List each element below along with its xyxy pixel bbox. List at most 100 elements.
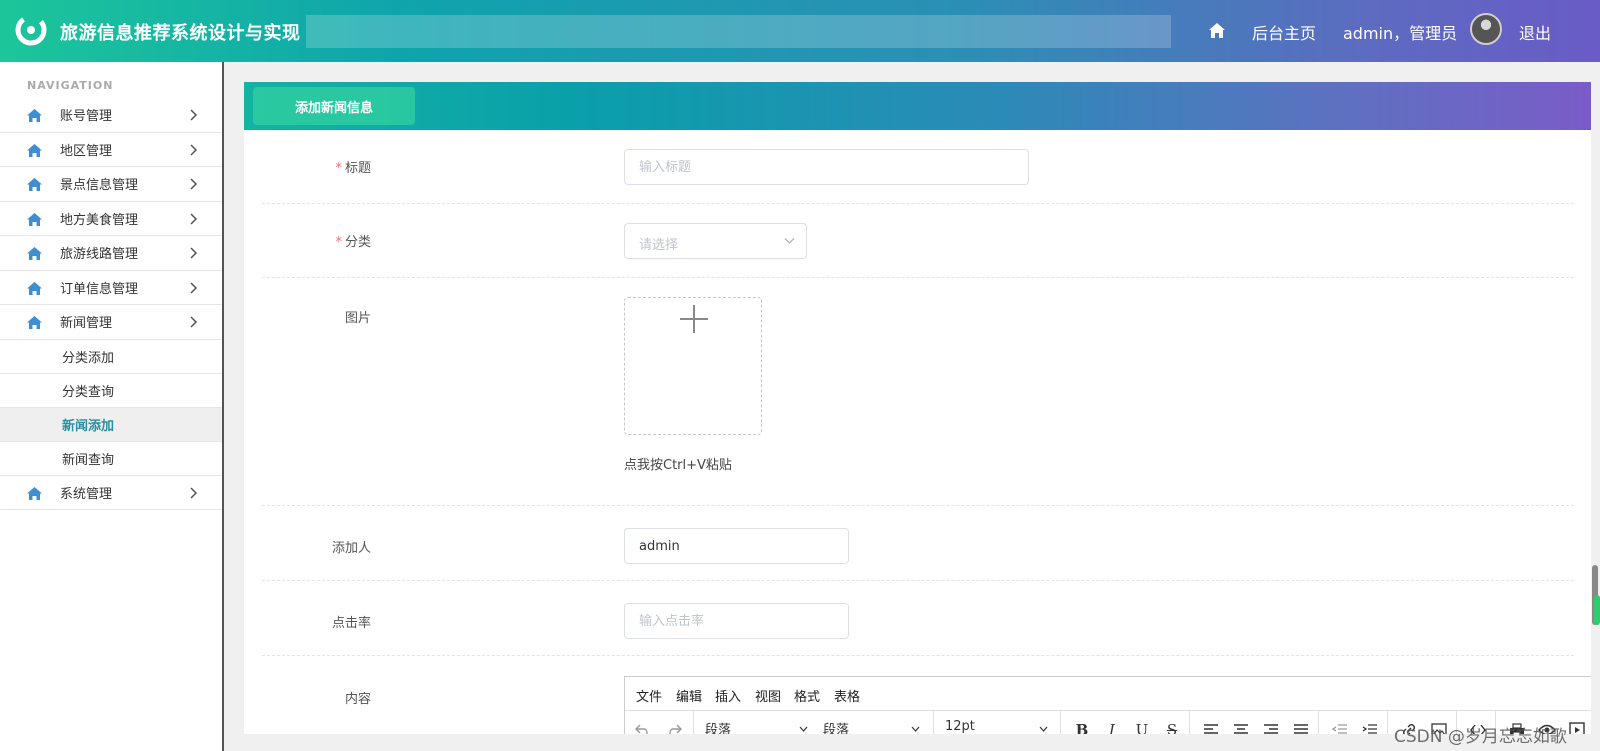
menu-table[interactable]: 表格: [834, 686, 860, 705]
chevron-right-icon: [190, 212, 198, 225]
block-format-select[interactable]: 段落: [705, 719, 808, 734]
adder-label: 添加人: [331, 541, 371, 556]
app-title: 旅游信息推荐系统设计与实现: [60, 23, 301, 44]
required-mark: *: [335, 235, 342, 250]
toolbar-separator: [693, 711, 694, 734]
toolbar-separator: [933, 711, 934, 734]
home-icon: [27, 109, 42, 122]
bold-icon[interactable]: B: [1071, 719, 1093, 734]
editor-menubar: 文件 编辑 插入 视图 格式 表格: [625, 677, 1591, 711]
sidebar-subitem-category-add[interactable]: 分类添加: [0, 340, 222, 374]
title-label: * 标题: [335, 161, 371, 176]
header-bar: [306, 15, 1171, 48]
menu-insert[interactable]: 插入: [715, 686, 741, 705]
chevron-right-icon: [190, 316, 198, 328]
panel-header: 添加新闻信息: [244, 82, 1591, 130]
home-icon: [27, 143, 42, 157]
sidebar: NAVIGATION 账号管理 地区管理 景点信息管理 地方美食管理 旅游线路管…: [0, 62, 224, 751]
home-icon: [27, 486, 42, 500]
chevron-right-icon: [190, 178, 198, 190]
home-icon: [27, 212, 42, 226]
sidebar-subitem-label: 新闻添加: [62, 418, 115, 434]
font-family-select[interactable]: 段落: [823, 719, 920, 734]
sidebar-item-accounts[interactable]: 账号管理: [0, 98, 222, 133]
sidebar-subitem-label: 分类查询: [62, 384, 115, 400]
strikethrough-icon[interactable]: S: [1161, 719, 1183, 734]
sidebar-item-label: 景点信息管理: [60, 178, 139, 194]
home-icon: [27, 247, 42, 260]
menu-file[interactable]: 文件: [636, 686, 662, 705]
sidebar-subitem-news-query[interactable]: 新闻查询: [0, 442, 222, 476]
chevron-down-icon: [784, 238, 795, 244]
toolbar-separator: [1387, 711, 1388, 734]
sidebar-subitem-news-add[interactable]: 新闻添加: [0, 407, 222, 442]
chevron-down-icon: [799, 726, 808, 732]
sidebar-item-regions[interactable]: 地区管理: [0, 133, 222, 167]
content-label: 内容: [344, 692, 371, 707]
sidebar-item-label: 订单信息管理: [60, 281, 139, 297]
clicks-input[interactable]: [624, 603, 849, 639]
sidebar-item-orders[interactable]: 订单信息管理: [0, 271, 222, 305]
nav-heading: NAVIGATION: [27, 79, 114, 92]
align-right-icon[interactable]: [1260, 719, 1282, 734]
underline-icon[interactable]: U: [1131, 719, 1153, 734]
clicks-label: 点击率: [331, 616, 371, 631]
toolbar-separator: [1189, 711, 1190, 734]
menu-view[interactable]: 视图: [755, 686, 781, 705]
sidebar-item-label: 旅游线路管理: [60, 247, 139, 263]
sidebar-item-news[interactable]: 新闻管理: [0, 305, 222, 340]
avatar[interactable]: [1470, 13, 1502, 45]
toolbar-separator: [1318, 711, 1319, 734]
sidebar-item-attractions[interactable]: 景点信息管理: [0, 167, 222, 202]
logo-icon: [15, 14, 47, 46]
sidebar-subitem-label: 分类添加: [62, 350, 115, 366]
plus-icon: [680, 305, 708, 333]
chevron-down-icon: [1039, 726, 1048, 732]
chevron-down-icon: [911, 726, 920, 732]
sidebar-item-label: 新闻管理: [60, 316, 113, 332]
menu-format[interactable]: 格式: [794, 686, 820, 705]
adder-input[interactable]: [624, 528, 849, 564]
logout-link[interactable]: 退出: [1519, 20, 1551, 44]
home-link[interactable]: 后台主页: [1252, 20, 1316, 44]
add-news-button[interactable]: 添加新闻信息: [253, 87, 415, 125]
media-icon[interactable]: [1566, 719, 1588, 734]
align-center-icon[interactable]: [1230, 719, 1252, 734]
chevron-right-icon: [190, 281, 198, 294]
sidebar-item-system[interactable]: 系统管理: [0, 476, 222, 510]
paste-hint[interactable]: 点我按Ctrl+V粘贴: [624, 454, 732, 473]
chevron-right-icon: [190, 486, 198, 499]
sidebar-item-label: 系统管理: [60, 486, 113, 502]
divider: [262, 580, 1574, 581]
scroll-indicator: [1594, 595, 1600, 625]
top-header: 旅游信息推荐系统设计与实现 后台主页 admin，管理员 退出: [0, 0, 1600, 62]
home-icon[interactable]: [1208, 22, 1226, 39]
nav-list: 账号管理 地区管理 景点信息管理 地方美食管理 旅游线路管理 订单信息管理 新闻…: [0, 98, 222, 510]
sidebar-subitem-category-query[interactable]: 分类查询: [0, 374, 222, 408]
outdent-icon[interactable]: [1329, 719, 1351, 734]
sidebar-item-food[interactable]: 地方美食管理: [0, 202, 222, 236]
menu-edit[interactable]: 编辑: [676, 686, 702, 705]
divider: [262, 655, 1574, 656]
sidebar-subitem-label: 新闻查询: [62, 452, 115, 468]
watermark: CSDN @岁月忘忘如歌: [1394, 727, 1567, 747]
chevron-right-icon: [190, 109, 198, 121]
sidebar-item-routes[interactable]: 旅游线路管理: [0, 236, 222, 271]
divider: [262, 505, 1574, 506]
image-upload[interactable]: [624, 297, 762, 435]
home-icon: [27, 178, 42, 191]
category-placeholder: 请选择: [639, 238, 679, 253]
undo-icon[interactable]: [632, 719, 654, 734]
sidebar-item-label: 地方美食管理: [60, 212, 139, 228]
align-left-icon[interactable]: [1200, 719, 1222, 734]
redo-icon[interactable]: [663, 719, 685, 734]
title-input[interactable]: [624, 149, 1029, 185]
indent-icon[interactable]: [1359, 719, 1381, 734]
chevron-right-icon: [190, 143, 198, 156]
italic-icon[interactable]: I: [1101, 719, 1123, 734]
category-select[interactable]: 请选择: [624, 223, 807, 259]
home-icon: [27, 316, 42, 329]
font-size-select[interactable]: 12pt: [945, 719, 1048, 734]
align-justify-icon[interactable]: [1290, 719, 1312, 734]
main-panel: 添加新闻信息 *标题 *分类 请选择 图片 点我按Ctrl+V粘贴 添加人 点击…: [244, 82, 1591, 734]
